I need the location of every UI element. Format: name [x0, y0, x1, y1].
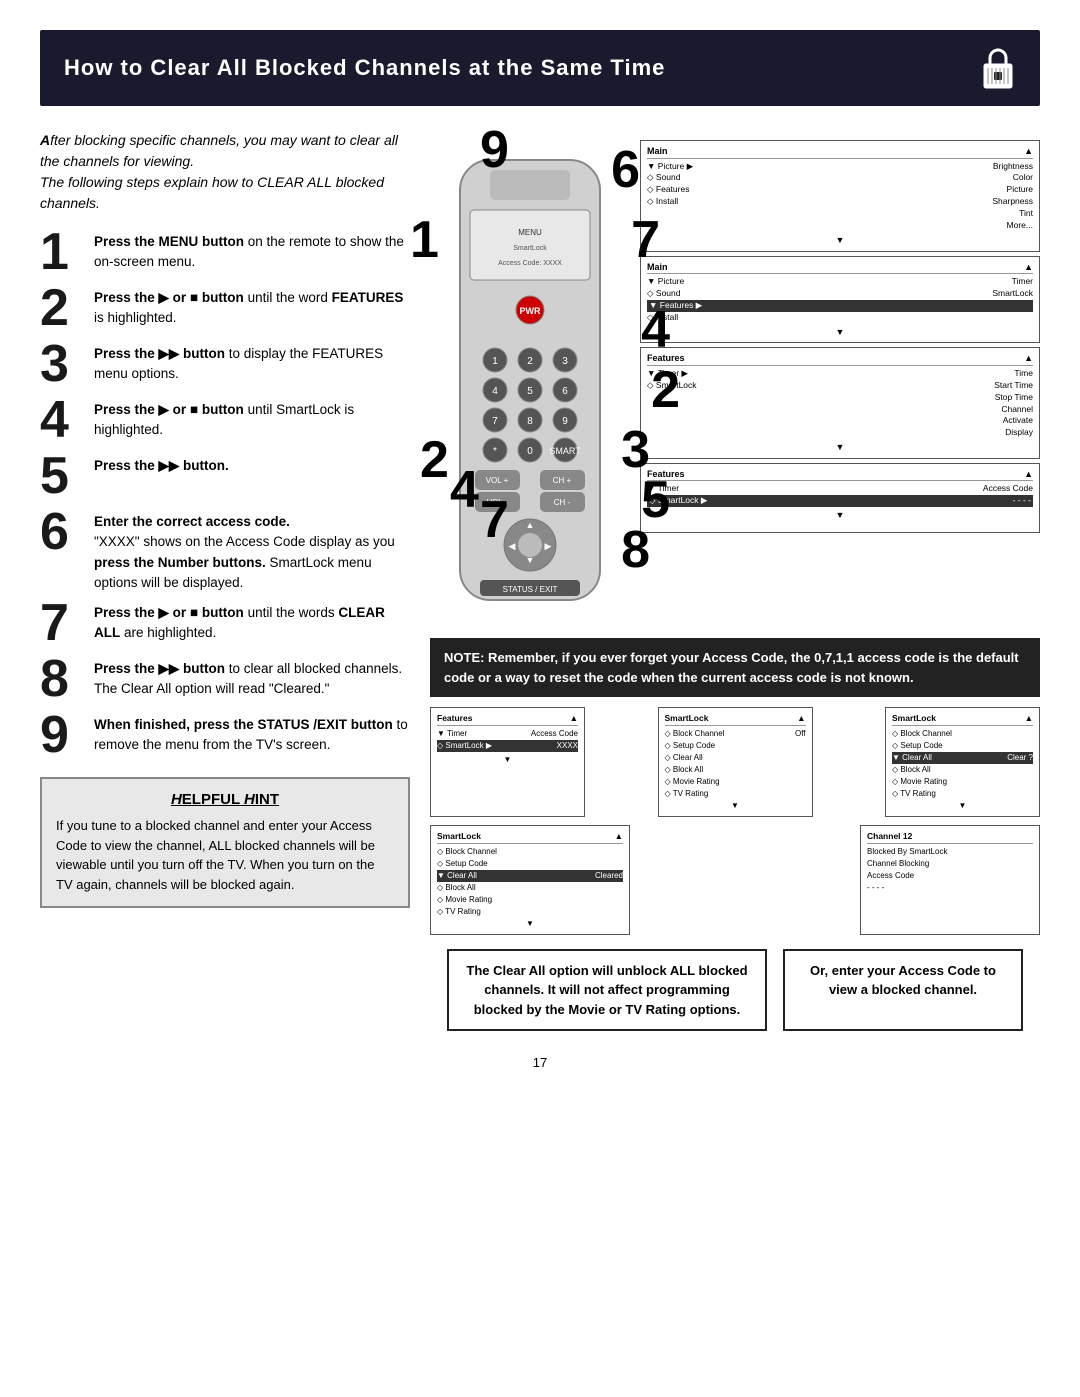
caption-clear-all: The Clear All option will unblock ALL bl…	[447, 949, 767, 1032]
screen-panel-4: Features▲ ▼ TimerAccess Code ◇ SmartLock…	[640, 463, 1040, 533]
bottom-screen-7: SmartLock▲ ◇ Block Channel ◇ Setup Code …	[885, 707, 1040, 817]
overlay-7: 7	[631, 210, 660, 270]
svg-text:3: 3	[562, 356, 568, 367]
svg-text:8: 8	[527, 416, 533, 427]
svg-text:STATUS / EXIT: STATUS / EXIT	[503, 585, 558, 594]
svg-text:CH +: CH +	[553, 476, 572, 485]
svg-text:*: *	[493, 446, 497, 457]
overlay-6: 6	[611, 140, 640, 200]
page-number: 17	[40, 1055, 1040, 1070]
screen-panel-3: Features▲ ▼ Timer ▶Time ◇ SmartLockStart…	[640, 347, 1040, 459]
caption-access-code: Or, enter your Access Code to view a blo…	[783, 949, 1023, 1032]
note-box: NOTE: Remember, if you ever forget your …	[430, 638, 1040, 697]
svg-text:0: 0	[527, 446, 533, 457]
svg-text:▼: ▼	[526, 555, 535, 565]
svg-text:6: 6	[562, 386, 568, 397]
remote-svg: MENU SmartLock Access Code: XXXX PWR 1 2	[430, 150, 630, 630]
header-bar: How to Clear All Blocked Channels at the…	[40, 30, 1040, 106]
svg-text:SmartLock: SmartLock	[513, 245, 547, 252]
overlay-7b: 7	[480, 490, 509, 550]
svg-text:9: 9	[562, 416, 568, 427]
bottom-captions: The Clear All option will unblock ALL bl…	[430, 949, 1040, 1032]
page: How to Clear All Blocked Channels at the…	[0, 0, 1080, 1397]
svg-text:VOL +: VOL +	[486, 476, 509, 485]
intro-text: After blocking specific channels, you ma…	[40, 130, 410, 214]
right-column: 9 6 7 1 4 2 2 4 7 3 5 8	[430, 130, 1040, 1031]
main-content: After blocking specific channels, you ma…	[40, 130, 1040, 1031]
svg-text:1: 1	[492, 356, 498, 367]
remote-area: 9 6 7 1 4 2 2 4 7 3 5 8	[430, 130, 630, 630]
overlay-8: 8	[621, 520, 650, 580]
svg-text:4: 4	[492, 386, 498, 397]
svg-text:CH -: CH -	[554, 498, 571, 507]
bottom-screens-row: Features▲ ▼ TimerAccess Code ◇ SmartLock…	[430, 707, 1040, 817]
svg-text:◀: ◀	[509, 541, 516, 551]
bottom-screen-8: SmartLock▲ ◇ Block Channel ◇ Setup Code …	[430, 825, 630, 935]
step-8: 8 Press the ▶▶ button to clear all block…	[40, 659, 410, 705]
screen-panel-1: Main▲ ▼ Picture ▶Brightness ◇ SoundColor…	[640, 140, 1040, 252]
step-1: 1 Press the MENU button on the remote to…	[40, 232, 410, 278]
lock-icon	[980, 44, 1016, 92]
step-9: 9 When finished, press the STATUS /EXIT …	[40, 715, 410, 761]
svg-text:7: 7	[492, 416, 498, 427]
screen-panels-right: Main▲ ▼ Picture ▶Brightness ◇ SoundColor…	[640, 130, 1040, 533]
overlay-9: 9	[480, 120, 509, 180]
step-5: 5 Press the ▶▶ button.	[40, 456, 410, 502]
overlay-4b: 4	[450, 460, 479, 520]
bottom-screens-row2: SmartLock▲ ◇ Block Channel ◇ Setup Code …	[430, 825, 1040, 935]
helpful-hint-text: If you tune to a blocked channel and ent…	[56, 816, 394, 894]
left-column: After blocking specific channels, you ma…	[40, 130, 410, 1031]
bottom-screen-5: Features▲ ▼ TimerAccess Code ◇ SmartLock…	[430, 707, 585, 817]
overlay-2: 2	[651, 360, 680, 420]
step-2: 2 Press the ▶ or ■ button until the word…	[40, 288, 410, 334]
svg-text:Access Code: XXXX: Access Code: XXXX	[498, 260, 562, 267]
overlay-4: 4	[641, 300, 670, 360]
step-4: 4 Press the ▶ or ■ button until SmartLoc…	[40, 400, 410, 446]
helpful-hint-title: HELPFUL HINT	[56, 791, 394, 808]
helpful-hint-box: HELPFUL HINT If you tune to a blocked ch…	[40, 777, 410, 908]
overlay-2b: 2	[420, 430, 449, 490]
svg-text:5: 5	[527, 386, 533, 397]
step-3: 3 Press the ▶▶ button to display the FEA…	[40, 344, 410, 390]
step-6: 6 Enter the correct access code. "XXXX" …	[40, 512, 410, 593]
svg-text:2: 2	[527, 356, 533, 367]
screen-panel-2: Main▲ ▼ PictureTimer ◇ SoundSmartLock ▼ …	[640, 256, 1040, 344]
bottom-screen-9: Channel 12 Blocked By SmartLock Channel …	[860, 825, 1040, 935]
svg-text:▶: ▶	[545, 541, 552, 551]
bottom-screen-6: SmartLock▲ ◇ Block ChannelOff ◇ Setup Co…	[658, 707, 813, 817]
page-title: How to Clear All Blocked Channels at the…	[64, 55, 665, 81]
svg-text:▲: ▲	[526, 520, 535, 530]
overlay-1: 1	[410, 210, 439, 270]
svg-text:SMART: SMART	[549, 446, 581, 456]
svg-text:MENU: MENU	[518, 228, 542, 237]
svg-text:PWR: PWR	[520, 306, 541, 316]
step-7: 7 Press the ▶ or ■ button until the word…	[40, 603, 410, 649]
